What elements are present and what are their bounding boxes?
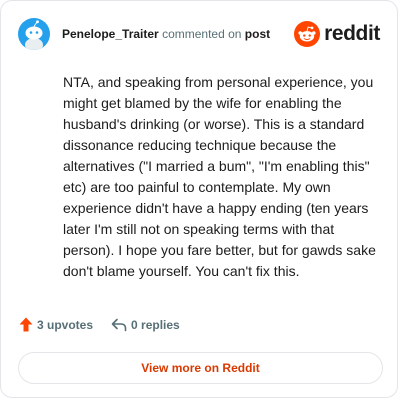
upvotes-count: 3 upvotes — [37, 317, 94, 332]
byline: Penelope_Traiter commented on post — [62, 26, 270, 42]
replies-count: 0 replies — [131, 317, 180, 332]
reddit-logo-icon — [294, 21, 321, 47]
reddit-brand-link[interactable]: reddit — [294, 21, 380, 47]
byline-action-text: commented on — [162, 27, 242, 41]
comment-header: Penelope_Traiter commented on post reddi… — [18, 18, 380, 50]
brand-wordmark: reddit — [324, 22, 380, 45]
view-more-on-reddit-button[interactable]: View more on Reddit — [18, 352, 383, 384]
replies-stat[interactable]: 0 replies — [111, 318, 180, 332]
upvotes-stat[interactable]: 3 upvotes — [19, 317, 93, 332]
username-link[interactable]: Penelope_Traiter — [62, 27, 159, 41]
comment-embed-card: Penelope_Traiter commented on post reddi… — [0, 0, 398, 398]
comment-body: NTA, and speaking from personal experien… — [63, 74, 376, 279]
post-link[interactable]: post — [245, 27, 270, 41]
avatar[interactable] — [18, 18, 50, 50]
snoo-avatar-icon — [25, 20, 43, 50]
reply-arrow-icon — [111, 318, 127, 331]
comment-stats: 3 upvotes 0 replies — [19, 317, 180, 332]
upvote-arrow-icon — [19, 317, 33, 332]
